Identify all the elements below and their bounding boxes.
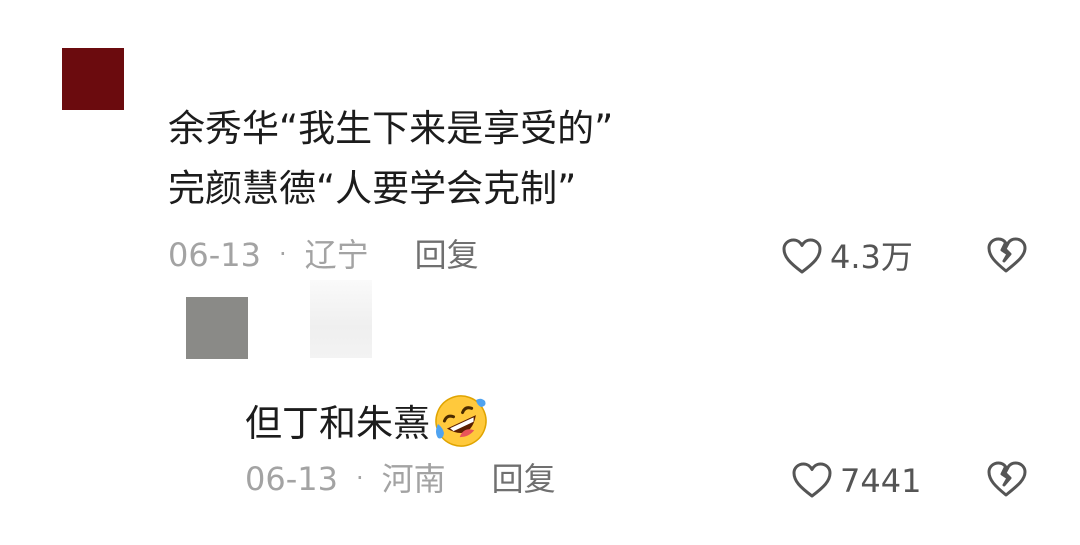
avatar[interactable] bbox=[186, 297, 248, 359]
comment-text-line: 余秀华“我生下来是享受的” bbox=[168, 107, 614, 150]
comment-location: 河南 bbox=[381, 460, 446, 498]
meta-separator: · bbox=[278, 240, 287, 268]
heart-outline-icon bbox=[792, 462, 832, 498]
comment-location: 辽宁 bbox=[304, 236, 369, 274]
like-button[interactable]: 4.3万 bbox=[780, 236, 913, 276]
avatar[interactable] bbox=[62, 48, 124, 110]
meta-separator: · bbox=[355, 464, 364, 492]
like-button[interactable]: 7441 bbox=[790, 460, 921, 500]
broken-heart-icon[interactable] bbox=[985, 458, 1027, 500]
redacted-username bbox=[310, 280, 372, 358]
like-count: 7441 bbox=[840, 462, 922, 500]
heart-outline-icon bbox=[782, 238, 822, 274]
broken-heart-icon[interactable] bbox=[985, 234, 1027, 276]
reply-button[interactable]: 回复 bbox=[492, 460, 556, 498]
comment-meta: 06-13 · 河南 回复 bbox=[245, 462, 556, 495]
comment-date: 06-13 bbox=[245, 460, 338, 498]
reply-button[interactable]: 回复 bbox=[415, 236, 479, 274]
like-count: 4.3万 bbox=[830, 238, 913, 276]
comment-date: 06-13 bbox=[168, 236, 261, 274]
rolling-on-floor-laughing-emoji bbox=[432, 392, 490, 450]
reply-text-content: 但丁和朱熹 bbox=[245, 402, 430, 445]
comment-text-line: 完颜慧德“人要学会克制” bbox=[168, 167, 577, 210]
comment-meta: 06-13 · 辽宁 回复 bbox=[168, 238, 479, 271]
reply-text: 但丁和朱熹 bbox=[245, 392, 490, 450]
